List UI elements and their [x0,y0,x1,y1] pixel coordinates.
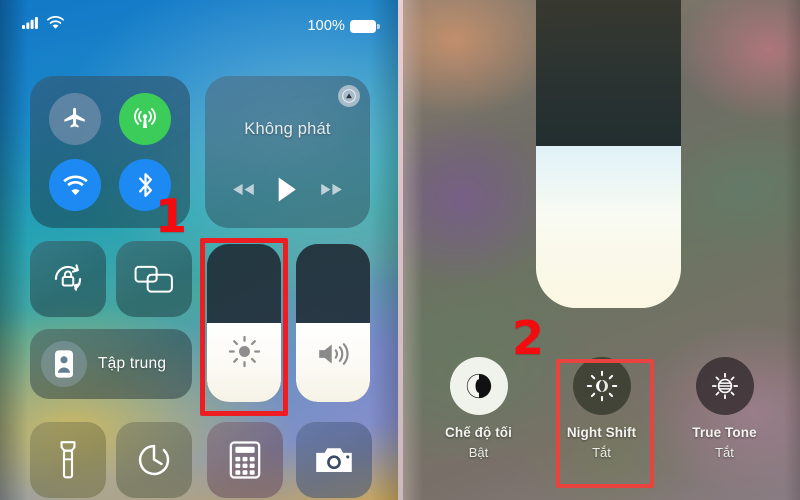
true-tone-label: True Tone [692,425,757,440]
screen-mirroring-button[interactable] [116,241,192,317]
expanded-brightness-panel: Chế độ tối Bật Night Shift Tắt True Tone… [403,0,800,500]
dark-mode-label: Chế độ tối [445,425,512,440]
fast-forward-icon[interactable] [319,182,344,202]
focus-button[interactable]: Tập trung [30,329,192,399]
now-playing-widget[interactable]: Không phát [205,76,370,228]
night-shift-icon [572,357,631,415]
brightness-sun-icon [207,335,281,368]
rewind-icon[interactable] [231,182,256,202]
flashlight-icon [30,422,106,498]
step-1-marker: 1 [155,189,188,243]
flashlight-button[interactable] [30,422,106,498]
airplane-icon [62,106,88,132]
calculator-button[interactable] [207,422,283,498]
focus-moon-icon [41,341,87,387]
tutorial-screenshot: 100% Không phát Tập trung 1 Chế độ tối B… [0,0,800,500]
airplay-icon[interactable] [338,85,360,107]
cellular-data-button[interactable] [119,93,171,145]
rotation-lock-button[interactable] [30,241,106,317]
calculator-icon [207,422,283,498]
true-tone-icon [695,357,754,415]
volume-slider[interactable] [296,244,370,402]
timer-button[interactable] [116,422,192,498]
expanded-brightness-track [536,0,681,146]
volume-speaker-icon [296,340,370,368]
expanded-brightness-slider[interactable] [536,0,681,308]
wifi-icon [62,175,89,196]
signal-bars-icon [22,16,40,34]
play-icon[interactable] [276,176,298,208]
night-shift-toggle[interactable]: Night Shift Tắt [548,357,656,460]
battery-percent-label: 100% [307,18,345,34]
camera-button[interactable] [296,422,372,498]
dark-mode-toggle[interactable]: Chế độ tối Bật [425,357,533,460]
control-center-panel: 100% Không phát Tập trung 1 [0,0,398,500]
night-shift-label: Night Shift [566,425,637,440]
dark-mode-state: Bật [468,444,489,460]
timer-icon [116,422,192,498]
camera-icon [296,422,372,498]
true-tone-toggle[interactable]: True Tone Tắt [671,357,779,460]
wifi-button[interactable] [49,159,101,211]
night-shift-state: Tắt [592,444,611,460]
step-2-marker: 2 [512,311,545,365]
focus-label: Tập trung [98,355,167,372]
now-playing-title: Không phát [244,120,331,138]
status-bar: 100% [0,0,398,52]
rotation-lock-icon [30,241,106,317]
wifi-icon [46,16,65,34]
dark-mode-icon [449,357,508,415]
brightness-slider[interactable] [207,244,281,402]
battery-full-icon [350,19,380,33]
expanded-brightness-fill [536,145,681,308]
display-toggles-row: Chế độ tối Bật Night Shift Tắt True Tone… [403,357,800,492]
true-tone-state: Tắt [715,444,734,460]
bluetooth-icon [136,171,155,199]
screen-mirroring-icon [116,241,192,317]
cellular-antenna-icon [131,105,159,133]
airplane-mode-button[interactable] [49,93,101,145]
